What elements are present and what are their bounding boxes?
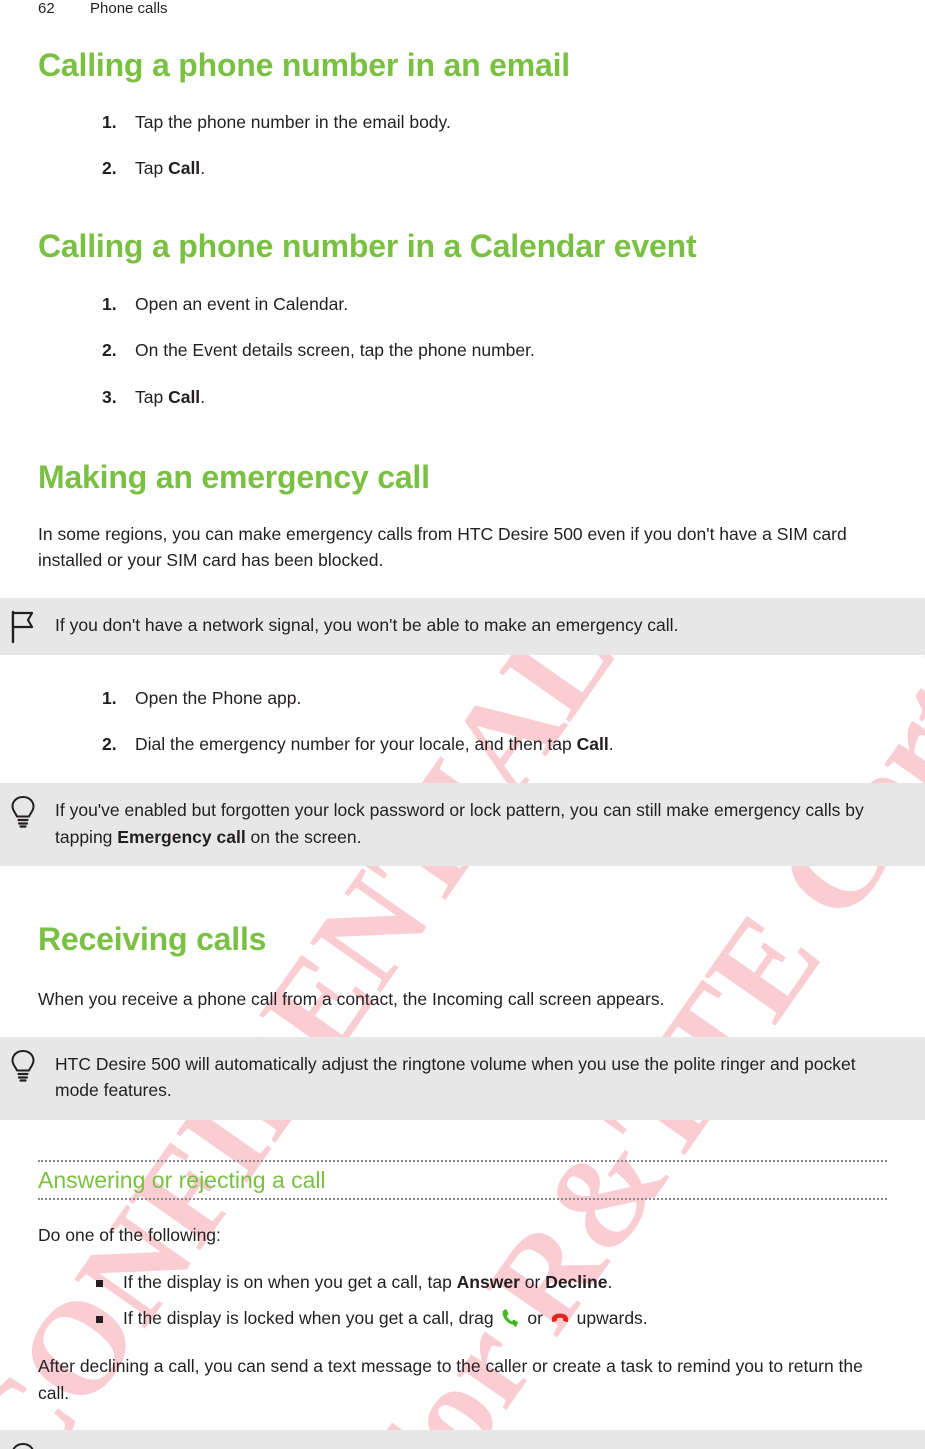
flag-icon <box>8 610 38 644</box>
ui-label: Call <box>168 158 201 179</box>
running-head-title: Phone calls <box>90 0 168 17</box>
step-text-post: . <box>608 733 614 754</box>
step-text: Tap <box>135 158 169 179</box>
ui-label: Emergency call <box>117 826 246 847</box>
list-item: Tap the phone number in the email body. <box>38 109 887 136</box>
tip-text: You can also press the POWER button twic… <box>55 1444 885 1449</box>
bullet-text-post: . <box>607 1271 613 1292</box>
tip-callout-ringtone-volume: HTC Desire 500 will automatically adjust… <box>0 1036 925 1120</box>
step-text: Tap the phone number in the email body. <box>135 111 451 132</box>
step-text: Tap <box>135 386 169 407</box>
answering-intro-paragraph: Do one of the following: <box>38 1224 221 1245</box>
lightbulb-icon <box>8 1049 38 1083</box>
list-item: If the display is on when you get a call… <box>38 1269 887 1295</box>
bullet-text-post: upwards. <box>571 1307 648 1328</box>
lightbulb-icon <box>8 795 38 829</box>
list-item: On the Event details screen, tap the pho… <box>38 337 887 364</box>
tip-text-post: on the screen. <box>245 826 362 847</box>
running-head: 62 Phone calls <box>38 0 168 17</box>
bullet-text-mid: or <box>519 1271 546 1292</box>
answer-call-icon <box>501 1308 521 1327</box>
steps-list-calendar: Open an event in Calendar. On the Event … <box>38 291 887 410</box>
steps-list-emergency: Open the Phone app. Dial the emergency n… <box>38 685 887 758</box>
bullet-text-pre: If the display is on when you get a call… <box>123 1271 457 1292</box>
step-text: Open the Phone app. <box>135 687 302 708</box>
list-item: Dial the emergency number for your local… <box>38 731 887 758</box>
section-heading-email: Calling a phone number in an email <box>38 47 570 83</box>
emergency-intro-paragraph: In some regions, you can make emergency … <box>38 523 847 571</box>
ui-label: Call <box>168 386 201 407</box>
list-item: Tap Call. <box>38 155 887 182</box>
list-item: Open an event in Calendar. <box>38 291 887 318</box>
bullet-text-pre: If the display is locked when you get a … <box>123 1307 499 1328</box>
step-text-post: . <box>200 386 206 407</box>
steps-list-email: Tap the phone number in the email body. … <box>38 109 887 182</box>
list-item: If the display is locked when you get a … <box>38 1305 887 1331</box>
step-text: Open an event in Calendar. <box>135 294 349 315</box>
bullet-list-answering: If the display is on when you get a call… <box>38 1269 887 1332</box>
answering-outro-paragraph: After declining a call, you can send a t… <box>38 1356 863 1403</box>
ui-label: Call <box>576 733 609 754</box>
subsection-heading-answering: Answering or rejecting a call <box>38 1159 887 1200</box>
section-heading-calendar: Calling a phone number in a Calendar eve… <box>38 228 697 265</box>
tip-text: If you've enabled but forgotten your loc… <box>55 797 885 850</box>
step-text-post: . <box>200 158 206 179</box>
section-heading-emergency: Making an emergency call <box>38 458 430 495</box>
step-text: Dial the emergency number for your local… <box>135 733 577 754</box>
page-content: Calling a phone number in an email Tap t… <box>0 47 925 1449</box>
page-number: 62 <box>38 0 55 17</box>
note-callout-network-signal: If you don't have a network signal, you … <box>0 597 925 655</box>
bullet-text-mid: or <box>522 1307 548 1328</box>
end-call-icon <box>550 1308 570 1327</box>
tip-text: HTC Desire 500 will automatically adjust… <box>55 1053 856 1101</box>
ui-label-answer: Answer <box>456 1271 520 1292</box>
receiving-intro-paragraph: When you receive a phone call from a con… <box>38 989 665 1010</box>
ui-label-decline: Decline <box>545 1271 608 1292</box>
section-heading-receiving: Receiving calls <box>38 921 267 958</box>
note-text: If you don't have a network signal, you … <box>55 614 679 635</box>
manual-page: CONFIDENTIAL For R&TTE Certification onl… <box>0 0 925 1449</box>
step-text: On the Event details screen, tap the pho… <box>135 340 535 361</box>
list-item: Open the Phone app. <box>38 685 887 712</box>
tip-callout-power-button: You can also press the POWER button twic… <box>0 1430 925 1449</box>
lightbulb-icon <box>8 1442 38 1449</box>
list-item: Tap Call. <box>38 384 887 411</box>
tip-callout-lock-password: If you've enabled but forgotten your loc… <box>0 783 925 867</box>
